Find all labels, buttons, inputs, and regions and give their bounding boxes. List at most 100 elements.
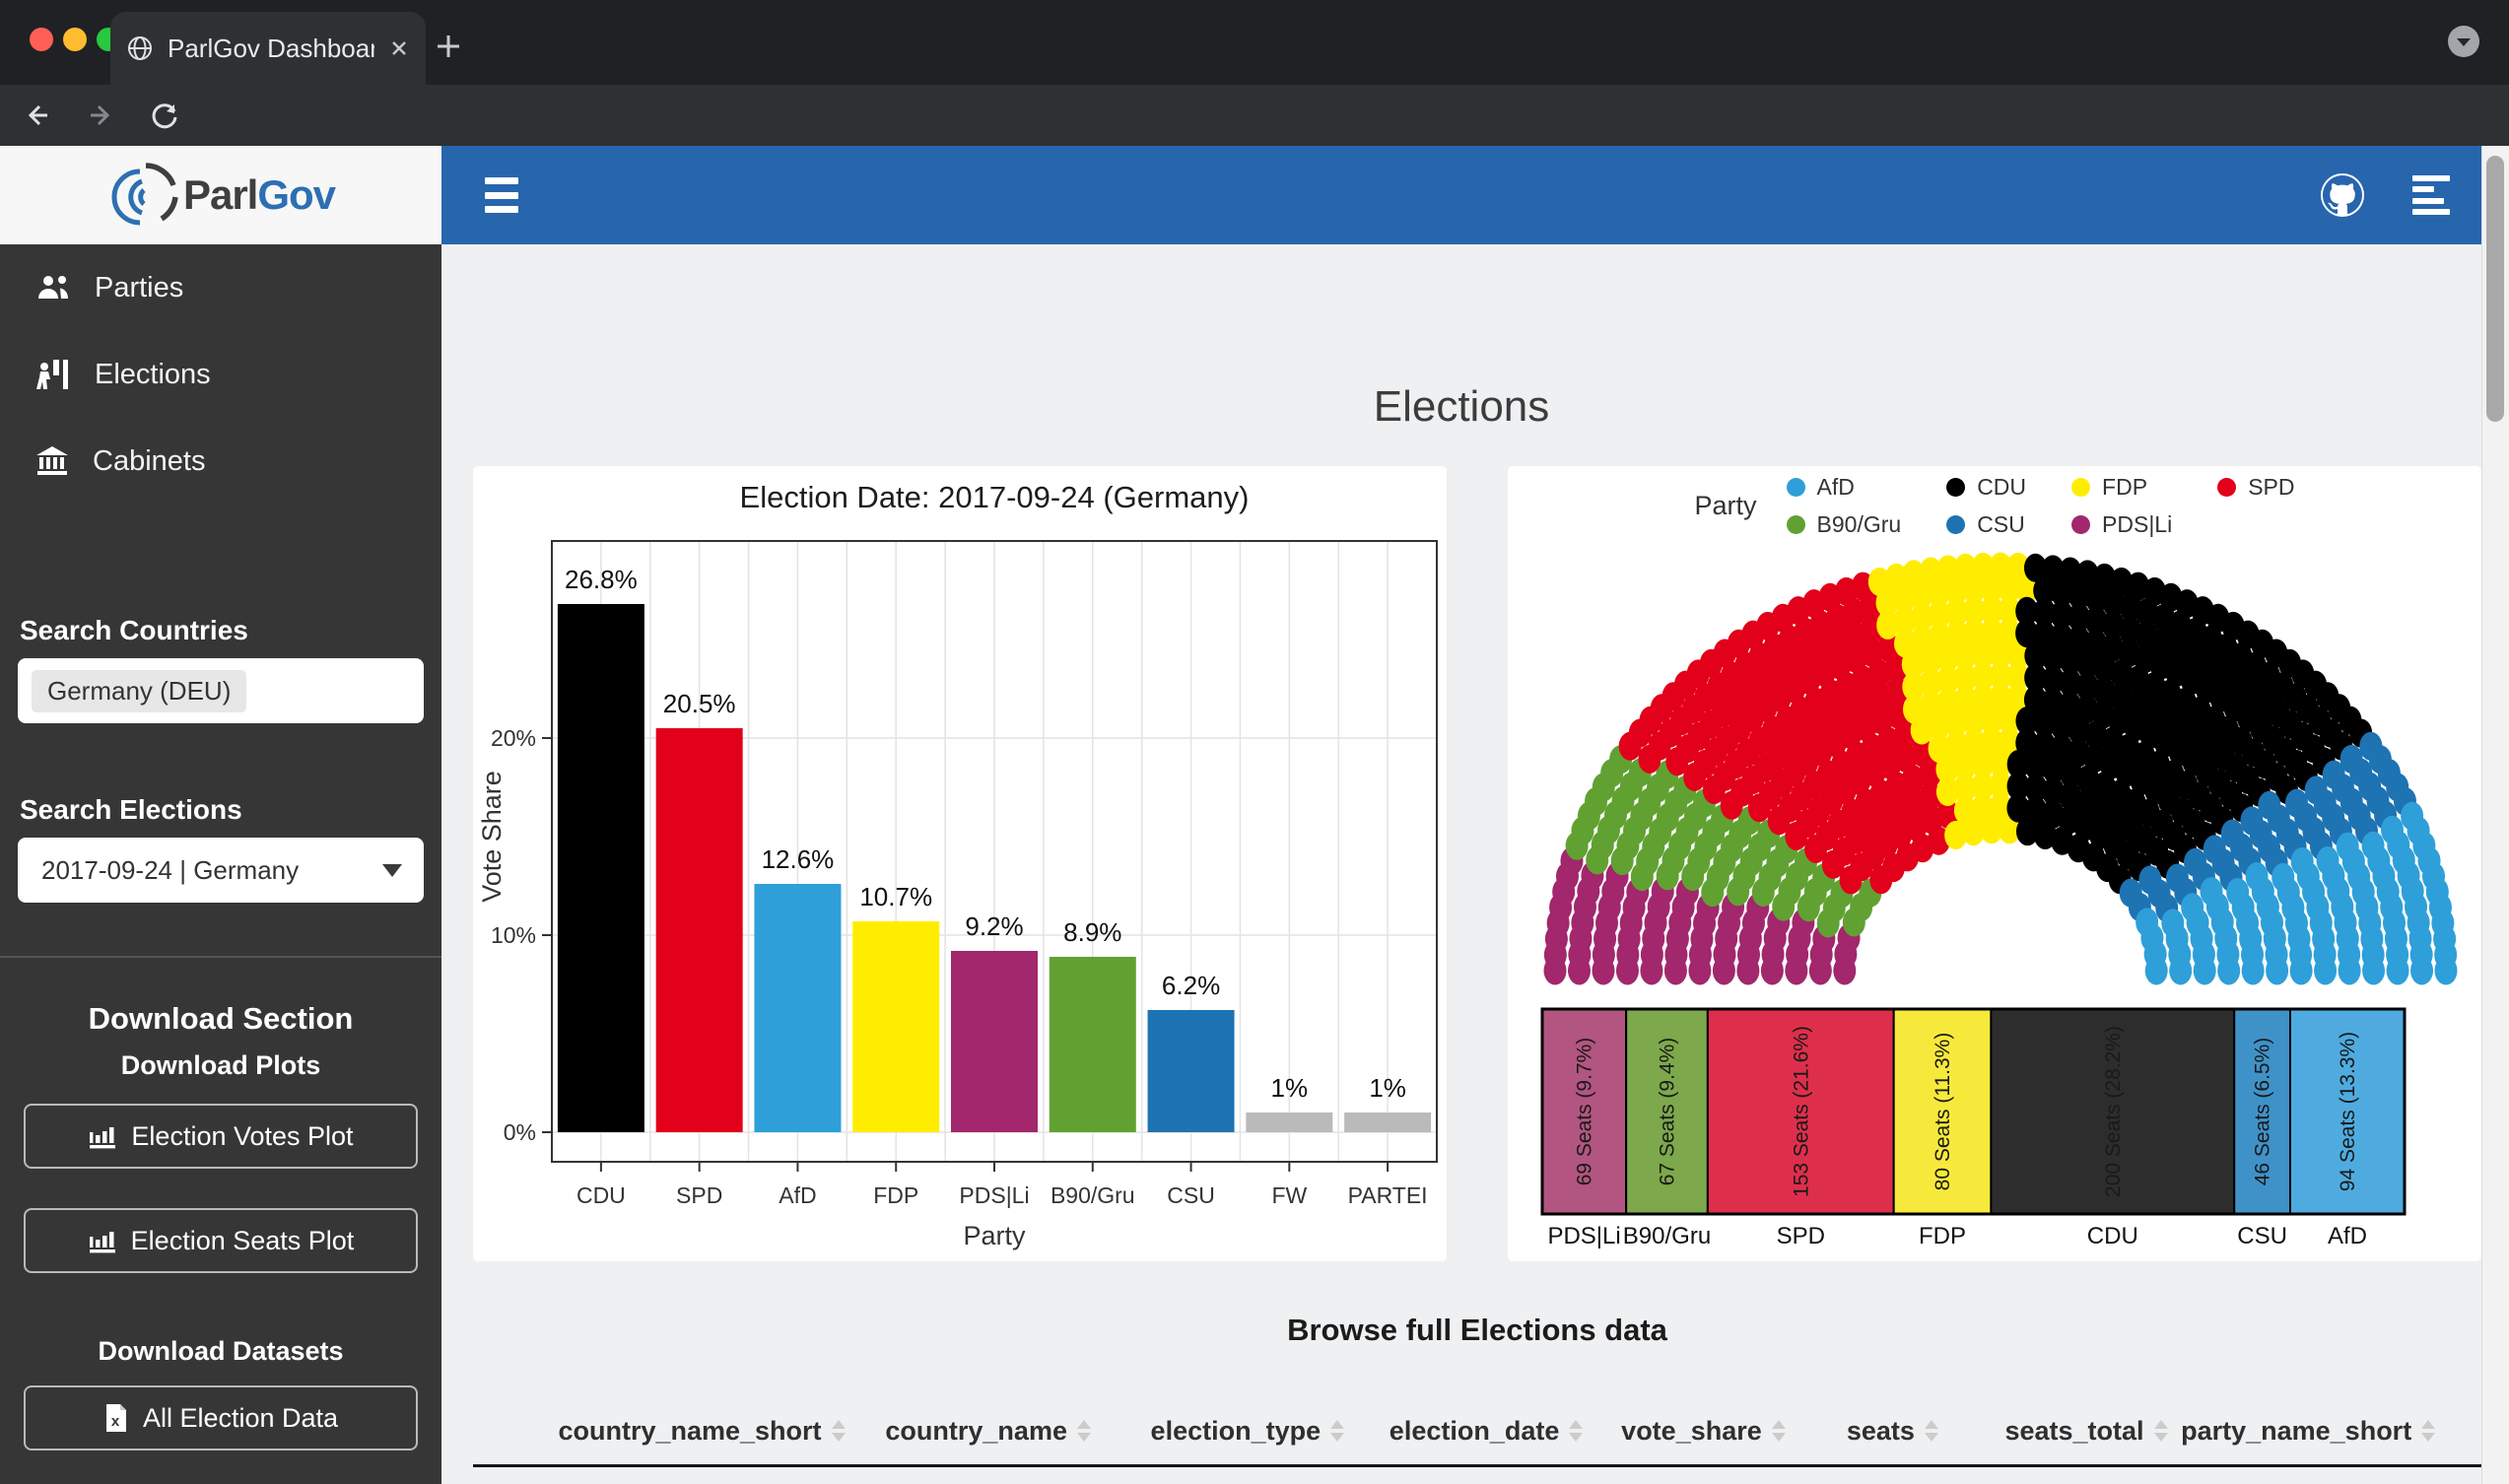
- search-elections-label: Search Elections: [20, 794, 242, 826]
- page-title: Elections: [441, 382, 2481, 432]
- col-party-name-short[interactable]: party_name_short: [2192, 1407, 2424, 1454]
- election-votes-plot-button[interactable]: Election Votes Plot: [24, 1104, 418, 1169]
- seat-dot-AfD: [2266, 957, 2288, 985]
- col-country-name-short[interactable]: country_name_short: [552, 1407, 851, 1454]
- sort-icons: [1077, 1420, 1091, 1442]
- all-election-data-button[interactable]: x All Election Data: [24, 1385, 418, 1450]
- tab-title: ParlGov Dashboard: [168, 34, 374, 64]
- legend-label: CSU: [1977, 511, 2025, 538]
- globe-favicon-icon: [126, 34, 154, 62]
- search-countries-input[interactable]: Germany (DEU): [18, 658, 424, 723]
- legend-item-AfD: AfD: [1787, 473, 1902, 501]
- svg-text:Vote Share: Vote Share: [477, 771, 507, 903]
- parliament-chart-panel: 69 Seats (9.7%)PDS|Li67 Seats (9.4%)B90/…: [1508, 466, 2481, 1261]
- svg-text:x: x: [111, 1413, 120, 1430]
- svg-text:200 Seats (28.2%): 200 Seats (28.2%): [2102, 1026, 2125, 1197]
- svg-text:B90/Gru: B90/Gru: [1051, 1182, 1135, 1208]
- svg-text:6.2%: 6.2%: [1162, 971, 1220, 1000]
- search-countries-label: Search Countries: [20, 615, 248, 646]
- col-vote-share[interactable]: vote_share: [1602, 1407, 1804, 1454]
- browser-tab[interactable]: ParlGov Dashboard: [110, 12, 426, 85]
- person-booth-icon: [35, 359, 71, 390]
- seat-dot-AfD: [2217, 957, 2240, 985]
- legend-title: Party: [1695, 491, 1757, 521]
- svg-text:AfD: AfD: [779, 1182, 816, 1208]
- sort-icons: [1925, 1420, 1938, 1442]
- vote-share-bar-chart: 26.8%CDU20.5%SPD12.6%AfD10.7%FDP9.2%PDS|…: [473, 466, 1447, 1261]
- seat-dot-AfD: [2169, 957, 2192, 985]
- vote-bar-AfD: [754, 884, 841, 1132]
- svg-text:FW: FW: [1271, 1182, 1307, 1208]
- col-seats[interactable]: seats: [1804, 1407, 1981, 1454]
- seat-dot-AfD: [2145, 957, 2168, 985]
- bank-icon: [35, 445, 69, 477]
- tab-search-button[interactable]: [2446, 24, 2481, 59]
- svg-text:10.7%: 10.7%: [859, 882, 932, 911]
- vote-bar-B90/Gru: [1050, 957, 1136, 1132]
- svg-text:94 Seats (13.3%): 94 Seats (13.3%): [2337, 1032, 2359, 1191]
- chevron-down-icon: [382, 864, 402, 877]
- back-icon[interactable]: [20, 99, 53, 132]
- search-elections-select[interactable]: 2017-09-24 | Germany: [18, 838, 424, 903]
- users-icon: [35, 273, 71, 303]
- election-seats-plot-button[interactable]: Election Seats Plot: [24, 1208, 418, 1273]
- download-datasets-title: Download Datasets: [0, 1336, 441, 1367]
- legend-label: PDS|Li: [2102, 511, 2172, 538]
- svg-text:PARTEI: PARTEI: [1348, 1182, 1428, 1208]
- seat-dot-AfD: [2242, 957, 2265, 985]
- svg-text:20%: 20%: [491, 725, 536, 751]
- svg-text:SPD: SPD: [1777, 1223, 1825, 1249]
- vote-bar-CDU: [558, 604, 644, 1132]
- sidebar-divider: [0, 956, 441, 958]
- sort-icons: [832, 1420, 846, 1442]
- tab-close-icon[interactable]: [388, 37, 410, 59]
- svg-text:8.9%: 8.9%: [1063, 917, 1121, 947]
- scrollbar-thumb[interactable]: [2486, 156, 2504, 422]
- seat-dot-AfD: [2194, 957, 2216, 985]
- svg-text:FDP: FDP: [873, 1182, 918, 1208]
- legend-item-PDS|Li: PDS|Li: [2071, 510, 2172, 538]
- browser-toolbar: lukas-warode.shinyapps.io/ParlGov_Dashbo…: [0, 85, 2509, 146]
- table-header-rule: [473, 1464, 2481, 1467]
- sidebar-toggle-icon[interactable]: [485, 177, 518, 213]
- svg-text:9.2%: 9.2%: [965, 911, 1023, 941]
- vote-bar-FW: [1246, 1113, 1332, 1132]
- col-election-type[interactable]: election_type: [1124, 1407, 1370, 1454]
- svg-text:PDS|Li: PDS|Li: [959, 1182, 1029, 1208]
- legend-label: B90/Gru: [1817, 511, 1902, 538]
- seat-dot-AfD: [2435, 957, 2458, 985]
- svg-text:69 Seats (9.7%): 69 Seats (9.7%): [1574, 1038, 1596, 1186]
- vote-bar-PARTEI: [1344, 1113, 1431, 1132]
- vote-bar-SPD: [656, 728, 743, 1132]
- new-tab-button[interactable]: [434, 32, 463, 61]
- dashboard-header: [441, 146, 2481, 244]
- reload-icon[interactable]: [148, 99, 181, 132]
- svg-text:80 Seats (11.3%): 80 Seats (11.3%): [1932, 1033, 1954, 1191]
- sort-icons: [1569, 1420, 1583, 1442]
- col-country-name[interactable]: country_name: [851, 1407, 1124, 1454]
- legend-item-SPD: SPD: [2217, 473, 2294, 501]
- sidebar-item-cabinets[interactable]: Cabinets: [0, 418, 441, 505]
- sidebar: Parties Elections Cabinets Search Countr…: [0, 244, 441, 1484]
- svg-text:Election Date: 2017-09-24 (Ger: Election Date: 2017-09-24 (Germany): [740, 480, 1250, 514]
- forward-icon[interactable]: [85, 99, 118, 132]
- col-election-date[interactable]: election_date: [1370, 1407, 1602, 1454]
- svg-text:153 Seats (21.6%): 153 Seats (21.6%): [1790, 1026, 1812, 1197]
- legend-label: CDU: [1977, 474, 2026, 501]
- minimize-window-button[interactable]: [63, 28, 87, 51]
- elections-table-header: country_name_short country_name election…: [552, 1407, 2424, 1454]
- legend-dot: [1946, 478, 1965, 497]
- close-window-button[interactable]: [30, 28, 53, 51]
- sidebar-item-parties[interactable]: Parties: [0, 244, 441, 331]
- col-seats-total[interactable]: seats_total: [1981, 1407, 2193, 1454]
- svg-text:CSU: CSU: [1167, 1182, 1215, 1208]
- svg-text:CDU: CDU: [576, 1182, 626, 1208]
- controlbar-toggle-icon[interactable]: [2412, 175, 2452, 215]
- country-token[interactable]: Germany (DEU): [32, 670, 246, 712]
- svg-text:26.8%: 26.8%: [565, 565, 638, 594]
- legend-item-B90/Gru: B90/Gru: [1787, 510, 1902, 538]
- parlgov-logo[interactable]: ParlGov: [0, 146, 441, 244]
- github-icon[interactable]: [2319, 171, 2366, 219]
- seat-dot-AfD: [2387, 957, 2409, 985]
- sidebar-item-elections[interactable]: Elections: [0, 331, 441, 418]
